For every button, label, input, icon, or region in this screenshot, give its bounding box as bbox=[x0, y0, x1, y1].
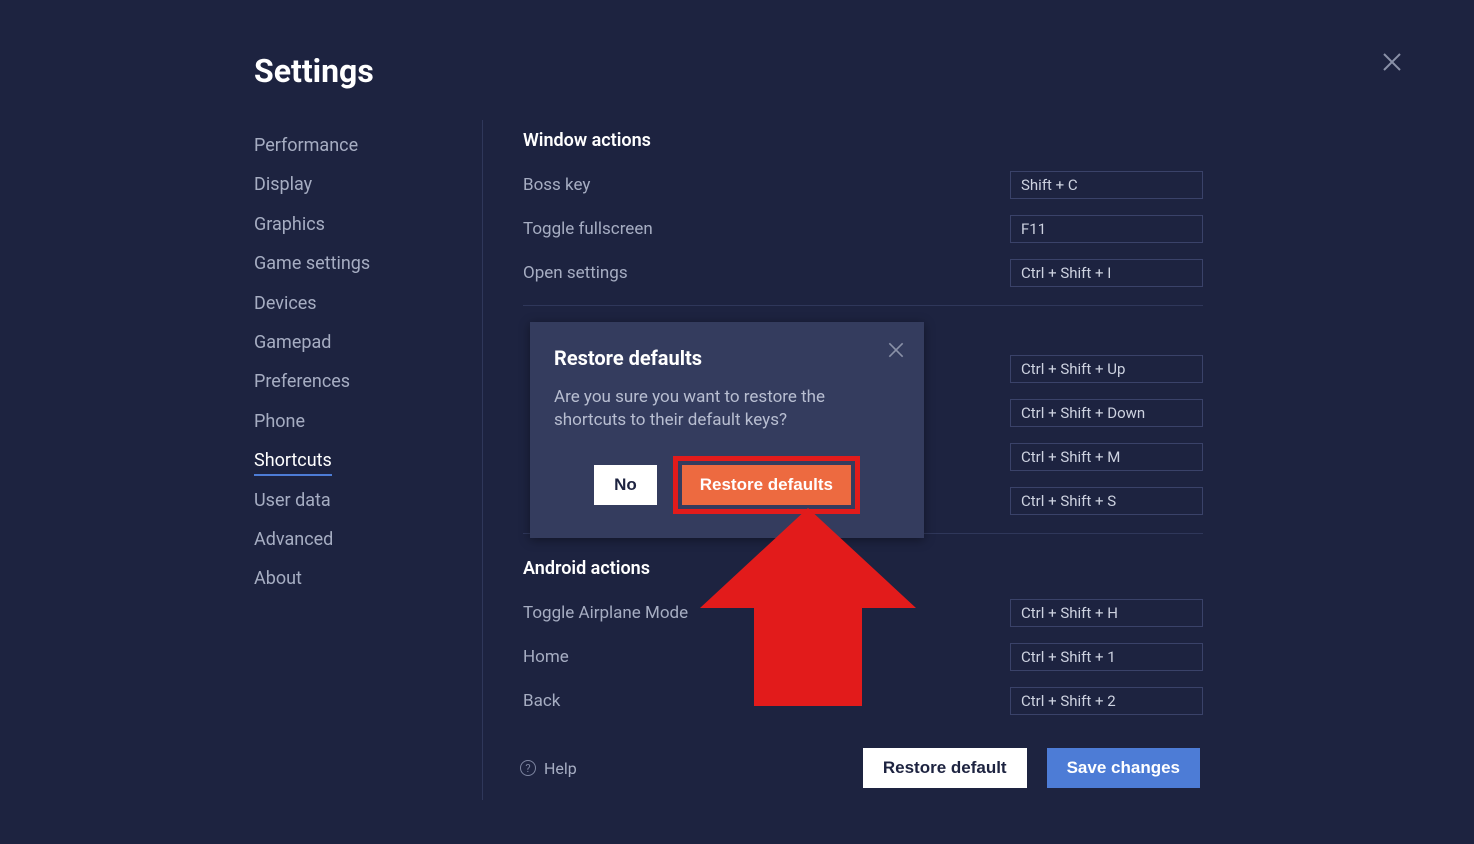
sidebar-item-label: Graphics bbox=[254, 214, 325, 235]
shortcut-label: Toggle fullscreen bbox=[523, 219, 653, 239]
sidebar-item-about[interactable]: About bbox=[254, 559, 454, 598]
vertical-divider bbox=[482, 120, 483, 800]
sidebar-item-game-settings[interactable]: Game settings bbox=[254, 244, 454, 283]
shortcut-row: Back Ctrl + Shift + 2 bbox=[523, 687, 1203, 715]
sidebar-item-label: Advanced bbox=[254, 529, 333, 550]
close-icon[interactable] bbox=[1380, 50, 1404, 74]
sidebar-item-label: Shortcuts bbox=[254, 450, 332, 476]
sidebar-item-label: Preferences bbox=[254, 371, 350, 392]
sidebar-item-label: Phone bbox=[254, 411, 305, 432]
shortcut-key-input[interactable]: Ctrl + Shift + M bbox=[1010, 443, 1203, 471]
shortcut-key-input[interactable]: Shift + C bbox=[1010, 171, 1203, 199]
shortcut-label: Boss key bbox=[523, 175, 590, 195]
footer-buttons: Restore default Save changes bbox=[863, 748, 1200, 788]
footer: ? Help Restore default Save changes bbox=[520, 748, 1200, 788]
sidebar-item-label: Display bbox=[254, 174, 312, 195]
shortcut-row: Toggle Airplane Mode Ctrl + Shift + H bbox=[523, 599, 1203, 627]
close-icon[interactable] bbox=[886, 340, 906, 360]
shortcut-key-input[interactable]: Ctrl + Shift + Up bbox=[1010, 355, 1203, 383]
shortcut-row: Boss key Shift + C bbox=[523, 171, 1203, 199]
sidebar-item-graphics[interactable]: Graphics bbox=[254, 205, 454, 244]
annotation-highlight: Restore defaults bbox=[673, 456, 860, 514]
shortcut-label: Back bbox=[523, 691, 560, 711]
section-title-android: Android actions bbox=[523, 558, 1203, 579]
shortcut-key-input[interactable]: Ctrl + Shift + Down bbox=[1010, 399, 1203, 427]
restore-defaults-dialog: Restore defaults Are you sure you want t… bbox=[530, 322, 924, 538]
no-button[interactable]: No bbox=[594, 465, 657, 505]
page-header: Settings bbox=[254, 52, 374, 90]
shortcut-key-input[interactable]: F11 bbox=[1010, 215, 1203, 243]
sidebar-item-performance[interactable]: Performance bbox=[254, 126, 454, 165]
shortcut-key-input[interactable]: Ctrl + Shift + I bbox=[1010, 259, 1203, 287]
sidebar-item-display[interactable]: Display bbox=[254, 165, 454, 204]
help-icon: ? bbox=[520, 760, 536, 776]
shortcut-key-input[interactable]: Ctrl + Shift + S bbox=[1010, 487, 1203, 515]
sidebar-item-devices[interactable]: Devices bbox=[254, 284, 454, 323]
sidebar-item-label: User data bbox=[254, 490, 331, 511]
page-title: Settings bbox=[254, 52, 374, 90]
sidebar-item-label: Performance bbox=[254, 135, 358, 156]
help-label: Help bbox=[544, 759, 577, 778]
section-title-window: Window actions bbox=[523, 130, 1203, 151]
sidebar: Performance Display Graphics Game settin… bbox=[254, 126, 454, 599]
sidebar-item-label: Game settings bbox=[254, 253, 370, 274]
sidebar-item-label: Gamepad bbox=[254, 332, 331, 353]
shortcut-key-input[interactable]: Ctrl + Shift + H bbox=[1010, 599, 1203, 627]
shortcut-row: Home Ctrl + Shift + 1 bbox=[523, 643, 1203, 671]
shortcut-row: Open settings Ctrl + Shift + I bbox=[523, 259, 1203, 287]
restore-default-button[interactable]: Restore default bbox=[863, 748, 1027, 788]
sidebar-item-label: Devices bbox=[254, 293, 317, 314]
dialog-buttons: No Restore defaults bbox=[554, 456, 900, 514]
help-link[interactable]: ? Help bbox=[520, 759, 577, 778]
sidebar-item-user-data[interactable]: User data bbox=[254, 481, 454, 520]
sidebar-item-phone[interactable]: Phone bbox=[254, 402, 454, 441]
shortcut-row: Toggle fullscreen F11 bbox=[523, 215, 1203, 243]
shortcut-label: Open settings bbox=[523, 263, 628, 283]
shortcut-key-input[interactable]: Ctrl + Shift + 2 bbox=[1010, 687, 1203, 715]
shortcut-label: Toggle Airplane Mode bbox=[523, 603, 688, 623]
section-separator bbox=[523, 305, 1203, 306]
sidebar-item-gamepad[interactable]: Gamepad bbox=[254, 323, 454, 362]
sidebar-item-preferences[interactable]: Preferences bbox=[254, 362, 454, 401]
shortcut-key-input[interactable]: Ctrl + Shift + 1 bbox=[1010, 643, 1203, 671]
sidebar-item-label: About bbox=[254, 568, 302, 589]
save-changes-button[interactable]: Save changes bbox=[1047, 748, 1200, 788]
sidebar-item-advanced[interactable]: Advanced bbox=[254, 520, 454, 559]
sidebar-item-shortcuts[interactable]: Shortcuts bbox=[254, 441, 454, 480]
restore-defaults-confirm-button[interactable]: Restore defaults bbox=[682, 465, 851, 505]
shortcut-label: Home bbox=[523, 647, 569, 667]
dialog-text: Are you sure you want to restore the sho… bbox=[554, 386, 900, 432]
dialog-title: Restore defaults bbox=[554, 346, 900, 370]
